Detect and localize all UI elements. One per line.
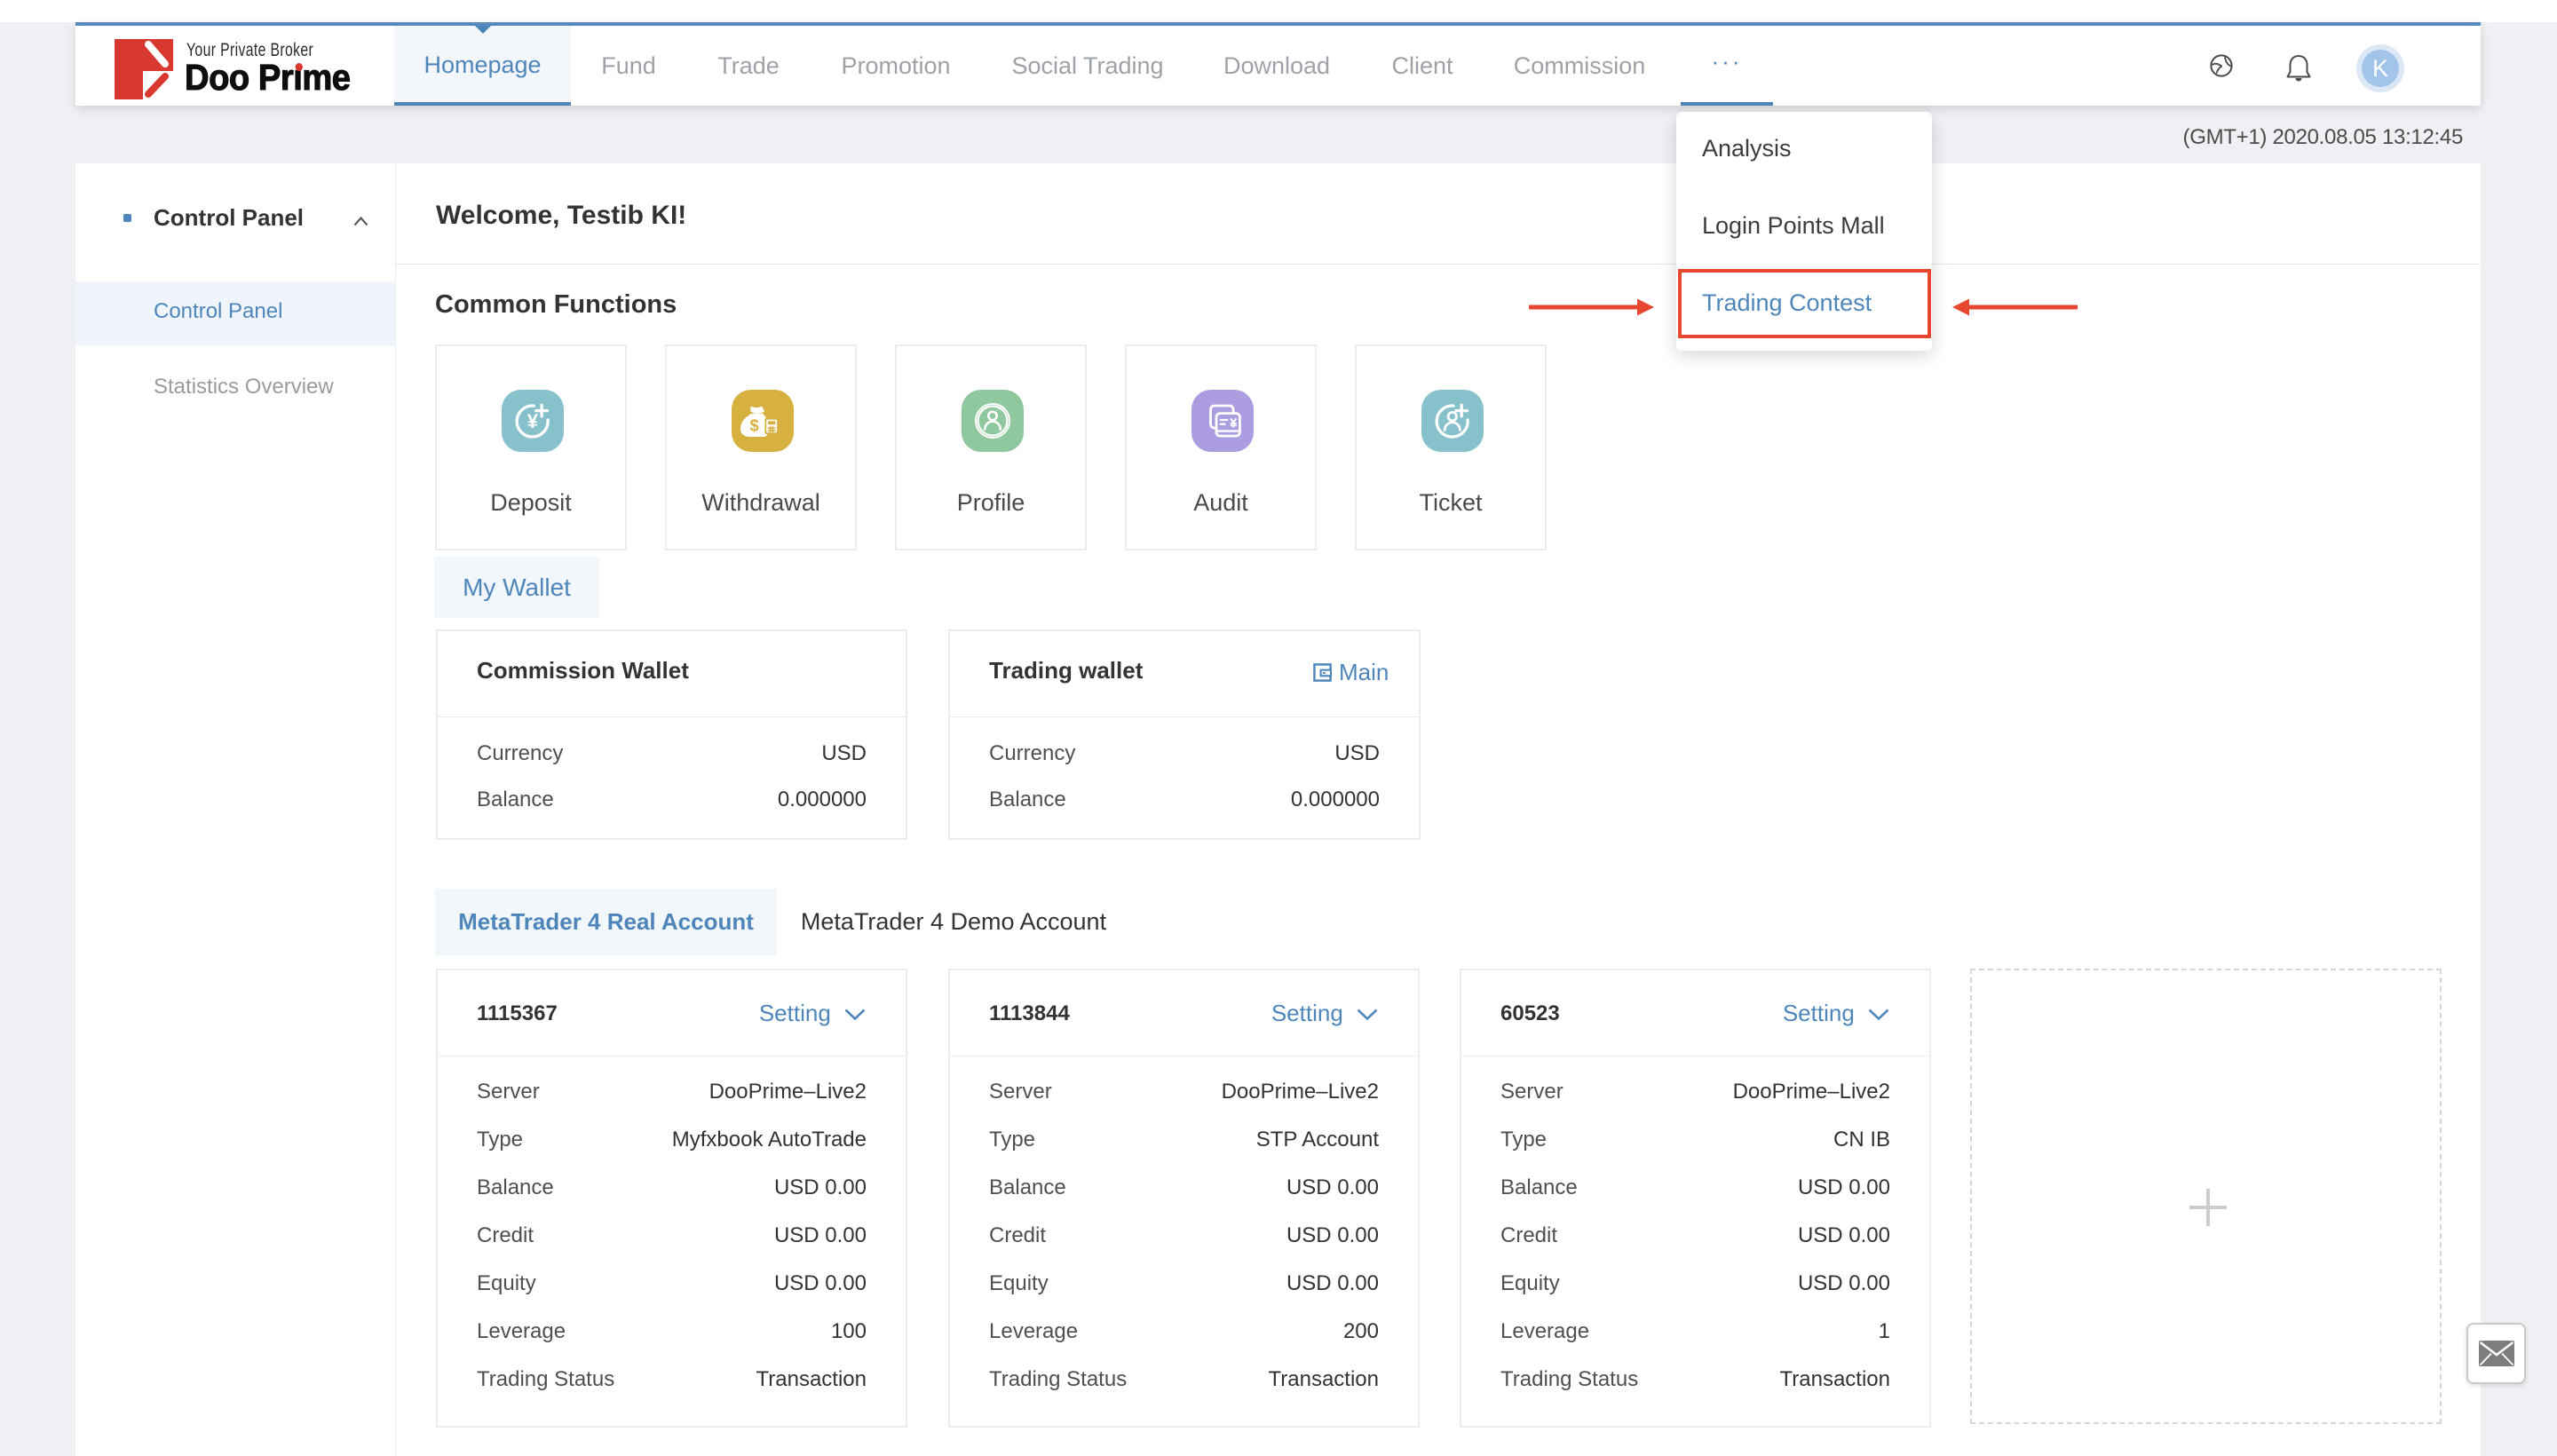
svg-text:$: $: [749, 416, 758, 435]
svg-text:¥: ¥: [527, 410, 539, 432]
